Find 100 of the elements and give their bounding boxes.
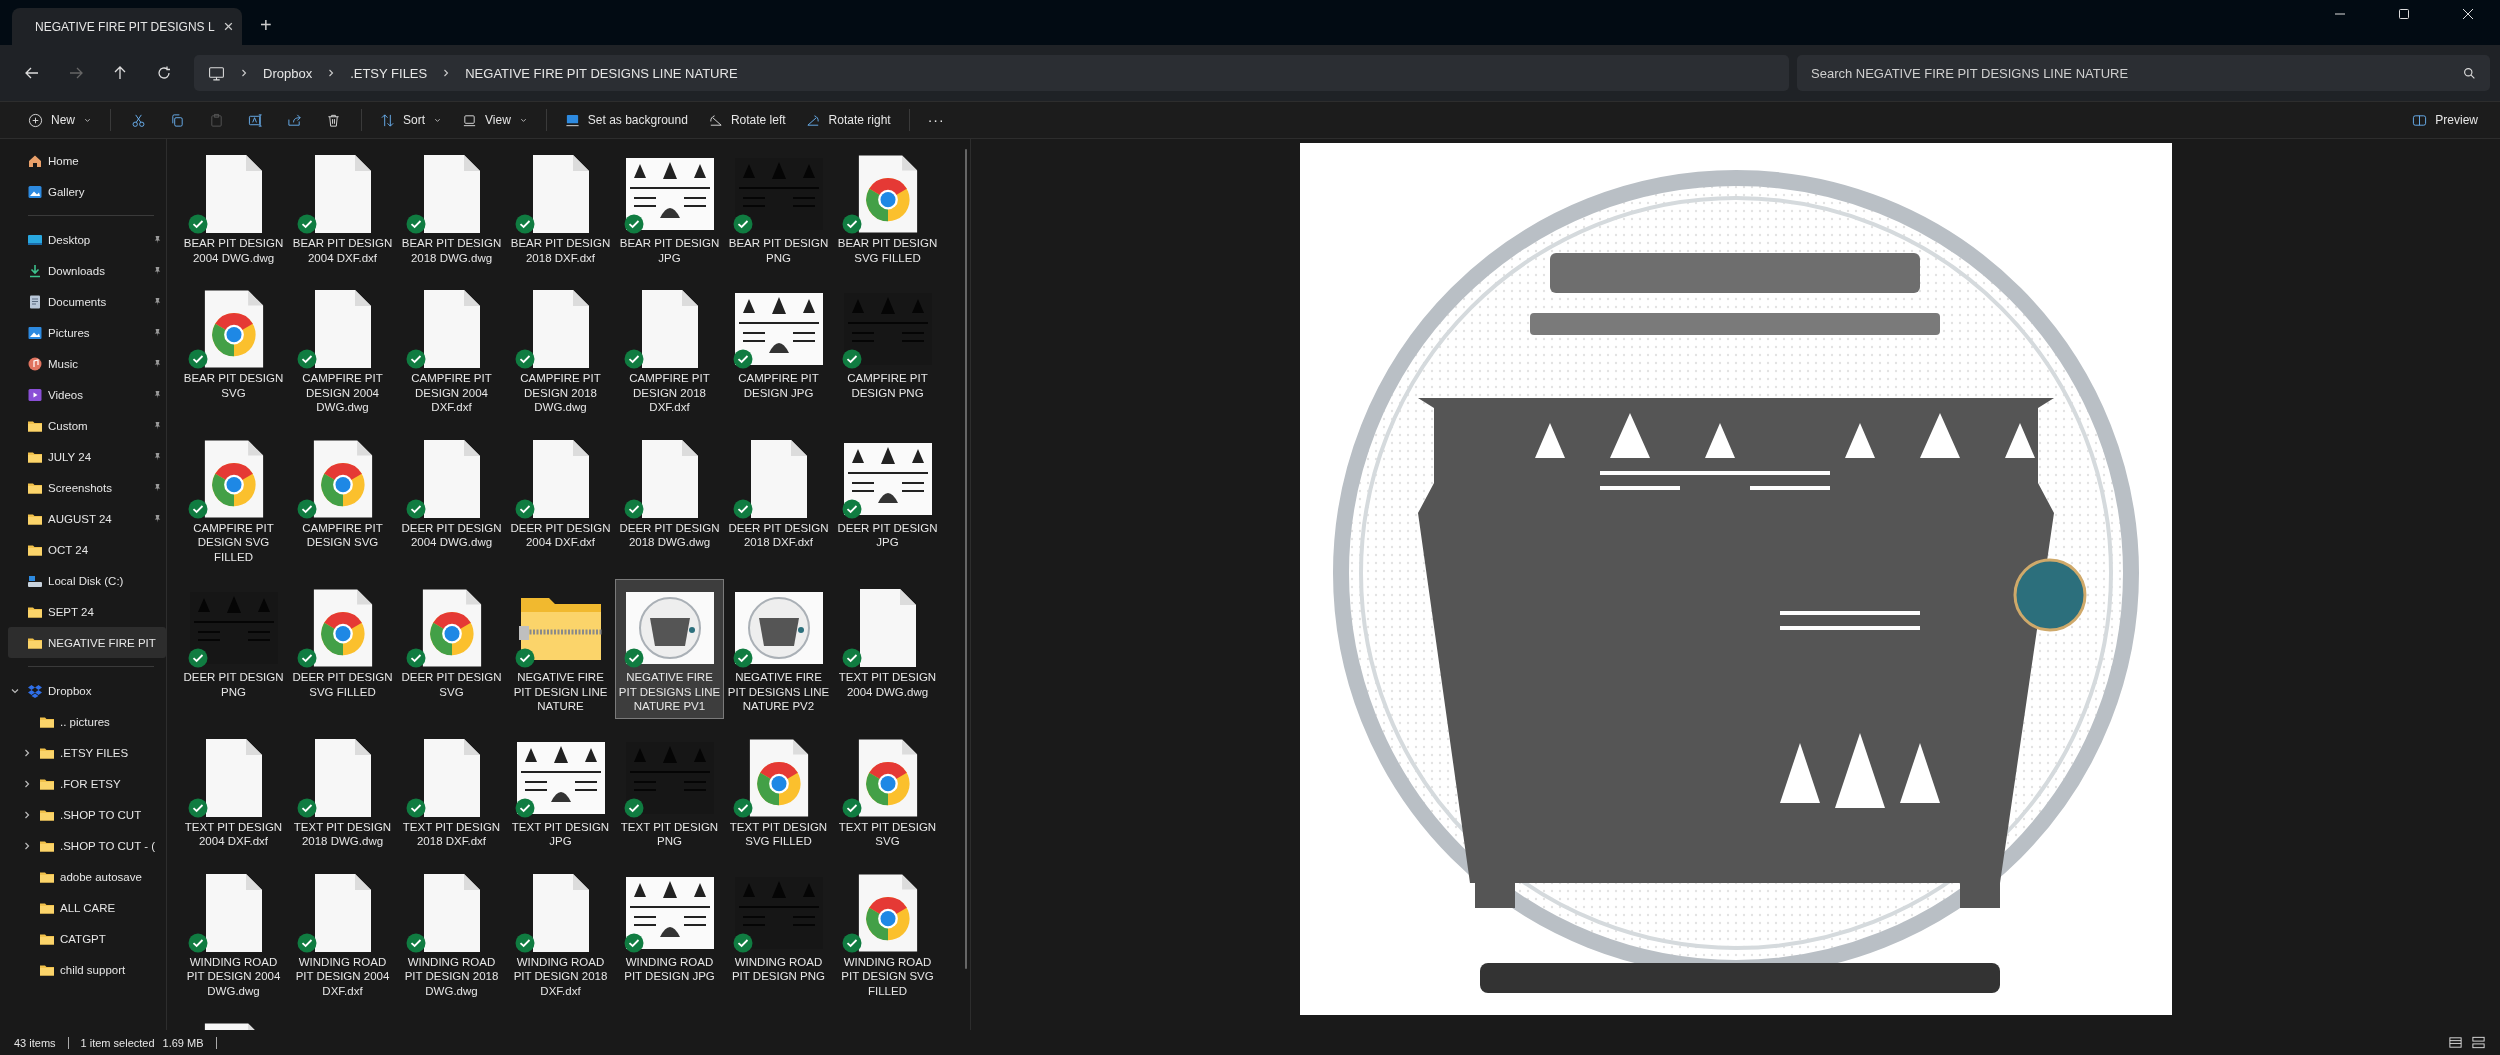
sidebar-item[interactable]: Pictures [8, 317, 166, 348]
close-icon[interactable] [2462, 8, 2474, 20]
file-item[interactable]: DEER PIT DESIGN 2004 DWG.dwg [397, 429, 506, 569]
sidebar-item[interactable]: SEPT 24 [8, 596, 166, 627]
toolbar-button[interactable]: Rotate left [697, 108, 796, 132]
file-item[interactable]: CAMPFIRE PIT DESIGN 2004 DXF.dxf [397, 280, 506, 420]
file-item[interactable]: NEGATIVE FIRE PIT DESIGNS LINE NATURE PV1 [615, 579, 724, 719]
file-item[interactable]: DEER PIT DESIGN PNG [179, 579, 288, 719]
file-item[interactable]: WINDING ROAD PIT DESIGN JPG [615, 863, 724, 1003]
chevron-right-icon[interactable] [22, 778, 32, 789]
file-item[interactable]: CAMPFIRE PIT DESIGN SVG [288, 429, 397, 569]
file-item[interactable]: TEXT PIT DESIGN 2004 DXF.dxf [179, 728, 288, 854]
toolbar-button[interactable]: Rotate right [795, 108, 901, 132]
forward-arrow-icon[interactable] [68, 65, 84, 81]
file-item[interactable]: CAMPFIRE PIT DESIGN 2018 DXF.dxf [615, 280, 724, 420]
file-item[interactable]: WINDING ROAD PIT DESIGN SVG FILLED [833, 863, 942, 1003]
tab-close-button[interactable]: × [223, 16, 234, 37]
copy-icon[interactable] [170, 112, 185, 128]
file-item[interactable]: BEAR PIT DESIGN 2004 DXF.dxf [288, 145, 397, 270]
refresh-icon[interactable] [156, 65, 172, 81]
file-item[interactable]: BEAR PIT DESIGN 2004 DWG.dwg [179, 145, 288, 270]
sidebar-item[interactable]: Gallery [8, 176, 166, 207]
file-item[interactable]: DEER PIT DESIGN SVG FILLED [288, 579, 397, 719]
file-item[interactable]: NEGATIVE FIRE PIT DESIGNS LINE NATURE PV2 [724, 579, 833, 719]
new-button[interactable]: New [18, 108, 102, 132]
file-item[interactable]: DEER PIT DESIGN SVG [397, 579, 506, 719]
file-item[interactable]: BEAR PIT DESIGN SVG FILLED [833, 145, 942, 270]
view-button[interactable]: View [452, 108, 538, 132]
back-arrow-icon[interactable] [24, 65, 40, 81]
file-item[interactable]: CAMPFIRE PIT DESIGN 2018 DWG.dwg [506, 280, 615, 420]
file-item[interactable]: TEXT PIT DESIGN SVG FILLED [724, 728, 833, 854]
file-item[interactable]: BEAR PIT DESIGN PNG [724, 145, 833, 270]
sidebar-item[interactable]: Local Disk (C:) [8, 565, 166, 596]
up-arrow-icon[interactable] [112, 65, 128, 81]
file-item[interactable]: TEXT PIT DESIGN 2018 DXF.dxf [397, 728, 506, 854]
sidebar-item[interactable]: OCT 24 [8, 534, 166, 565]
file-item[interactable]: DEER PIT DESIGN 2018 DXF.dxf [724, 429, 833, 569]
maximize-icon[interactable] [2398, 8, 2410, 20]
sidebar-item[interactable]: .SHOP TO CUT - ( [8, 830, 166, 861]
cut-icon[interactable] [131, 112, 146, 128]
sidebar-item[interactable]: Documents [8, 286, 166, 317]
file-item[interactable]: TEXT PIT DESIGN PNG [615, 728, 724, 854]
sidebar-item[interactable]: .SHOP TO CUT [8, 799, 166, 830]
file-item[interactable]: BEAR PIT DESIGN JPG [615, 145, 724, 270]
more-options-button[interactable]: ··· [917, 108, 955, 132]
sidebar-item[interactable]: Downloads [8, 255, 166, 286]
breadcrumb-item[interactable]: NEGATIVE FIRE PIT DESIGNS LINE NATURE [465, 65, 738, 81]
chevron-right-icon[interactable] [22, 840, 32, 851]
file-item[interactable]: CAMPFIRE PIT DESIGN PNG [833, 280, 942, 420]
rename-icon[interactable] [248, 112, 263, 128]
sidebar-item[interactable]: .ETSY FILES [8, 737, 166, 768]
sidebar-item[interactable]: .. pictures [8, 706, 166, 737]
sidebar-item[interactable]: NEGATIVE FIRE PIT [8, 627, 166, 658]
file-item[interactable]: WINDING ROAD PIT DESIGN 2018 DWG.dwg [397, 863, 506, 1003]
address-bar[interactable]: Dropbox .ETSY FILES NEGATIVE FIRE PIT DESIGNS LINE NATURE [194, 55, 1789, 91]
file-item[interactable]: BEAR PIT DESIGN 2018 DXF.dxf [506, 145, 615, 270]
file-item[interactable]: WINDING ROAD PIT DESIGN 2004 DXF.dxf [288, 863, 397, 1003]
file-item[interactable]: BEAR PIT DESIGN SVG [179, 280, 288, 420]
file-item[interactable]: CAMPFIRE PIT DESIGN SVG FILLED [179, 429, 288, 569]
new-tab-button[interactable]: + [260, 14, 272, 37]
sidebar-item[interactable]: JULY 24 [8, 441, 166, 472]
preview-pane-button[interactable]: Preview [2402, 108, 2488, 132]
chevron-right-icon[interactable] [22, 747, 32, 758]
file-item[interactable]: CAMPFIRE PIT DESIGN JPG [724, 280, 833, 420]
file-item[interactable]: WINDING ROAD PIT DESIGN 2018 DXF.dxf [506, 863, 615, 1003]
sidebar-item[interactable]: AUGUST 24 [8, 503, 166, 534]
share-icon[interactable] [287, 112, 302, 128]
file-item[interactable]: WINDING ROAD PIT DESIGN 2004 DWG.dwg [179, 863, 288, 1003]
file-item[interactable]: DEER PIT DESIGN JPG [833, 429, 942, 569]
file-item[interactable]: DEER PIT DESIGN 2004 DXF.dxf [506, 429, 615, 569]
file-item[interactable]: TEXT PIT DESIGN JPG [506, 728, 615, 854]
sidebar-item[interactable]: child support [8, 954, 166, 985]
search-field[interactable]: Search NEGATIVE FIRE PIT DESIGNS LINE NATURE [1797, 55, 2490, 91]
file-item[interactable]: TEXT PIT DESIGN SVG [833, 728, 942, 854]
sidebar-item[interactable]: Videos [8, 379, 166, 410]
sidebar-item[interactable]: Screenshots [8, 472, 166, 503]
tiles-view-icon[interactable] [2471, 1035, 2486, 1050]
sidebar-item[interactable]: Custom [8, 410, 166, 441]
sidebar-item[interactable]: adobe autosave [8, 861, 166, 892]
file-item[interactable]: DEER PIT DESIGN 2018 DWG.dwg [615, 429, 724, 569]
file-item[interactable]: WINDING ROAD PIT DESIGN PNG [724, 863, 833, 1003]
sidebar-item[interactable]: Music [8, 348, 166, 379]
sidebar-item[interactable]: .FOR ETSY [8, 768, 166, 799]
breadcrumb-item[interactable]: Dropbox [263, 65, 313, 81]
breadcrumb-item[interactable]: .ETSY FILES [350, 65, 428, 81]
toolbar-button[interactable]: Set as background [554, 108, 698, 132]
delete-icon[interactable] [326, 112, 341, 128]
sidebar-item[interactable]: CATGPT [8, 923, 166, 954]
chevron-right-icon[interactable] [22, 809, 32, 820]
window-tab[interactable]: NEGATIVE FIRE PIT DESIGNS L × [12, 8, 242, 45]
sort-button[interactable]: Sort [370, 108, 453, 132]
file-item[interactable]: TEXT PIT DESIGN 2018 DWG.dwg [288, 728, 397, 854]
details-view-icon[interactable] [2448, 1035, 2463, 1050]
file-item[interactable]: NEGATIVE FIRE PIT DESIGN LINE NATURE [506, 579, 615, 719]
sidebar-item[interactable]: Dropbox [8, 675, 166, 706]
sidebar-item[interactable]: ALL CARE [8, 892, 166, 923]
file-item[interactable]: TEXT PIT DESIGN 2004 DWG.dwg [833, 579, 942, 719]
file-item[interactable]: CAMPFIRE PIT DESIGN 2004 DWG.dwg [288, 280, 397, 420]
sidebar-item[interactable]: Desktop [8, 224, 166, 255]
file-item[interactable]: BEAR PIT DESIGN 2018 DWG.dwg [397, 145, 506, 270]
